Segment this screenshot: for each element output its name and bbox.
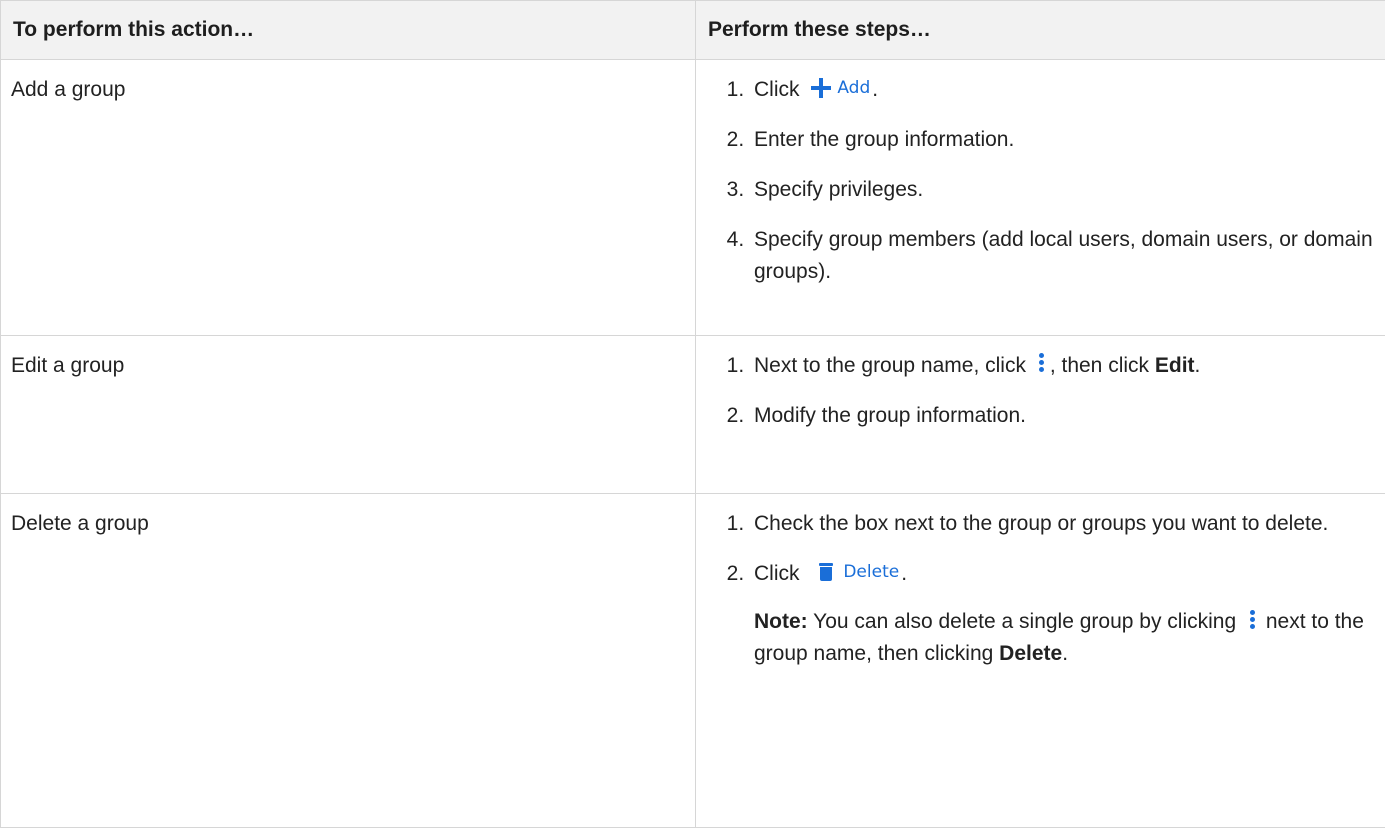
kebab-menu-icon (1038, 353, 1046, 375)
steps-cell-add: Click Add . Enter the group information.… (696, 60, 1385, 336)
step-text: Click (754, 78, 800, 101)
step-add-3: Specify privileges. (750, 174, 1377, 206)
step-add-1: Click Add . (750, 74, 1377, 106)
header-action: To perform this action… (1, 1, 696, 60)
step-text: . (872, 78, 878, 101)
steps-list-edit: Next to the group name, click , then cli… (706, 350, 1377, 432)
step-delete-2: Click Delete . Note: You can also delete… (750, 558, 1377, 670)
plus-icon (811, 78, 831, 98)
action-cell-add: Add a group (1, 60, 696, 336)
step-delete-1: Check the box next to the group or group… (750, 508, 1377, 540)
steps-list-delete: Check the box next to the group or group… (706, 508, 1377, 670)
step-text: . (901, 562, 907, 585)
step-text: Click (754, 562, 800, 585)
table-row: Edit a group Next to the group name, cli… (1, 336, 1385, 494)
trash-icon (819, 563, 833, 581)
kebab-menu-icon (1248, 610, 1256, 632)
step-text: . (1195, 354, 1201, 377)
steps-cell-edit: Next to the group name, click , then cli… (696, 336, 1385, 494)
delete-button-label: Delete (843, 556, 899, 588)
step-add-4: Specify group members (add local users, … (750, 224, 1377, 288)
add-button-label: Add (837, 72, 870, 104)
steps-cell-delete: Check the box next to the group or group… (696, 494, 1385, 828)
table-row: Add a group Click Add . Enter the group … (1, 60, 1385, 336)
action-cell-delete: Delete a group (1, 494, 696, 828)
actions-table: To perform this action… Perform these st… (0, 0, 1385, 828)
delete-button-image: Delete (811, 556, 899, 588)
edit-label: Edit (1155, 354, 1195, 377)
step-text: , then click (1050, 354, 1149, 377)
note-paragraph: Note: You can also delete a single group… (754, 606, 1377, 670)
step-text: Next to the group name, click (754, 354, 1026, 377)
table-header-row: To perform this action… Perform these st… (1, 1, 1385, 60)
note-label: Note: (754, 610, 808, 633)
steps-list-add: Click Add . Enter the group information.… (706, 74, 1377, 288)
step-edit-1: Next to the group name, click , then cli… (750, 350, 1377, 382)
delete-label: Delete (999, 642, 1062, 665)
header-steps: Perform these steps… (696, 1, 1385, 60)
step-edit-2: Modify the group information. (750, 400, 1377, 432)
add-button-image: Add (811, 72, 870, 104)
action-cell-edit: Edit a group (1, 336, 696, 494)
table-row: Delete a group Check the box next to the… (1, 494, 1385, 828)
note-text: . (1062, 642, 1068, 665)
step-add-2: Enter the group information. (750, 124, 1377, 156)
note-text: You can also delete a single group by cl… (813, 610, 1236, 633)
